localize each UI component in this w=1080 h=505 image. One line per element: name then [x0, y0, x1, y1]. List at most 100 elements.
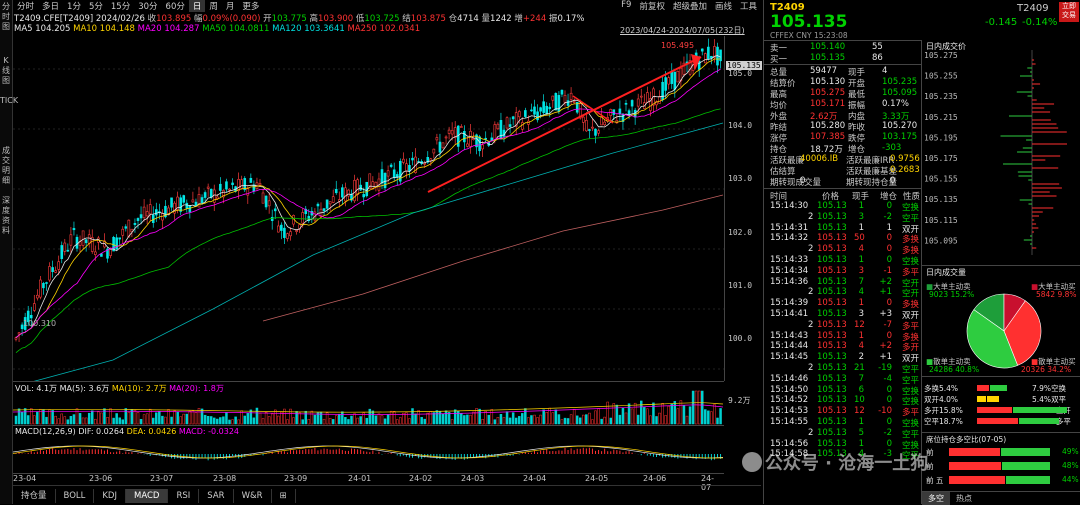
nature-bar-right — [986, 396, 999, 402]
volume-header: VOL: 4.1万 MA(5): 3.6万 MA(10): 2.7万 MA(20… — [15, 383, 224, 394]
stat-value: 0.17% — [882, 99, 910, 109]
tab-timeshare-chart[interactable]: 分时图 — [0, 2, 12, 32]
trade-price: 105.13 — [817, 417, 847, 427]
draw-line-button[interactable]: 画线 — [715, 0, 732, 12]
trade-price: 105.13 — [817, 427, 847, 438]
tools-button[interactable]: 工具 — [740, 0, 757, 12]
trade-now-button[interactable]: 立即交易 — [1059, 2, 1079, 22]
stat-value: 107.385 — [810, 132, 846, 142]
trade-oi-change: 0 — [886, 255, 892, 265]
trade-vol: 50 — [854, 233, 865, 244]
trade-oi-change: 0 — [886, 395, 892, 406]
trade-price: 105.13 — [817, 384, 847, 395]
f9-button[interactable]: F9 — [621, 0, 631, 12]
trade-vol: 4 — [858, 341, 864, 352]
macd-panel[interactable]: MACD(12,26,9) DIF: 0.0264 DEA: 0.0426 MA… — [12, 425, 724, 474]
tab-hotspot[interactable]: 热点 — [950, 492, 978, 505]
quote-meta: CFFEX CNY 15:23:08 — [770, 31, 848, 40]
tab-tick[interactable]: TICK — [0, 96, 18, 106]
period-60min[interactable]: 60分 — [162, 0, 189, 12]
high-label: 高 — [309, 14, 319, 24]
holding-short-bar — [1006, 476, 1050, 484]
trade-vol: 1 — [858, 201, 864, 211]
trade-price: 105.13 — [817, 352, 847, 363]
period-month[interactable]: 月 — [222, 0, 239, 12]
stat-value: 0 — [890, 176, 896, 186]
quote-price: 105.135 — [770, 12, 848, 32]
dist-axis-tick: 105.175 — [924, 154, 958, 163]
trade-time: 2 — [808, 211, 814, 222]
kline-chart-area[interactable]: 105.495 100.310 — [12, 36, 724, 388]
tab-macd[interactable]: MACD — [126, 488, 169, 503]
date-tick: 24-03 — [461, 474, 485, 483]
period-week[interactable]: 周 — [205, 0, 222, 12]
trade-price: 105.13 — [817, 222, 847, 233]
ma250-value: 102.0341 — [379, 24, 421, 34]
amp-value: 0.17% — [557, 14, 585, 24]
ma5-label: MA5 — [14, 24, 33, 34]
trade-time: 2 — [808, 244, 814, 255]
period-more[interactable]: 更多 — [238, 0, 263, 12]
date-tick: 23-07 — [150, 474, 174, 483]
quote-change-pct: -0.14% — [1022, 17, 1058, 28]
vol-label: 量 — [481, 14, 491, 24]
trade-time: 15:14:32 — [770, 233, 809, 244]
trade-vol: 21 — [854, 363, 865, 373]
period-1min[interactable]: 1分 — [63, 0, 85, 12]
period-toolbar: 分时 多日 1分 5分 15分 30分 60分 日 周 月 更多 F9 前复权 … — [13, 0, 761, 12]
trade-price: 105.13 — [817, 363, 847, 373]
trade-oi-change: 0 — [886, 233, 892, 244]
dist-axis-tick: 105.195 — [924, 133, 958, 142]
trade-time: 15:14:33 — [770, 255, 809, 265]
trade-vol: 4 — [858, 287, 864, 298]
trade-price: 105.13 — [817, 449, 847, 460]
stat-value: 0 — [800, 176, 806, 186]
date-tick: 24-05 — [585, 474, 609, 483]
stat-label: 期转现成交量 — [770, 178, 822, 188]
trade-price: 105.13 — [817, 298, 847, 309]
period-timeshare[interactable]: 分时 — [13, 0, 38, 12]
trade-oi-change: -4 — [883, 373, 892, 384]
tab-sar[interactable]: SAR — [199, 488, 234, 503]
trade-nature: 空平 — [902, 451, 920, 462]
ma50-value: 104.0811 — [228, 24, 270, 34]
big-sell-amount: 9023 — [929, 290, 949, 299]
date-tick: 24-04 — [523, 474, 547, 483]
add-indicator-button[interactable]: ⊞ — [272, 488, 296, 503]
tab-open-interest[interactable]: 持仓量 — [13, 488, 56, 503]
tab-rsi[interactable]: RSI — [168, 488, 200, 503]
tab-depth-data[interactable]: 深度资料 — [0, 196, 12, 236]
forward-adjust-button[interactable]: 前复权 — [639, 0, 665, 12]
trade-price: 105.13 — [817, 438, 847, 449]
nature-bar-right — [1012, 407, 1068, 413]
tab-long-short[interactable]: 多空 — [922, 492, 950, 505]
period-30min[interactable]: 30分 — [134, 0, 161, 12]
trade-vol: 7 — [858, 276, 864, 287]
vol-ma20: MA(20): 1.8万 — [169, 384, 224, 393]
super-overlay-button[interactable]: 超级叠加 — [673, 0, 707, 12]
tab-kdj[interactable]: KDJ — [94, 488, 126, 503]
nature-bar-left — [977, 407, 1012, 413]
tab-boll[interactable]: BOLL — [56, 488, 95, 503]
period-multiday[interactable]: 多日 — [38, 0, 63, 12]
tab-kline-chart[interactable]: K线图 — [0, 56, 12, 86]
period-day[interactable]: 日 — [188, 0, 206, 12]
trade-time: 15:14:31 — [770, 222, 809, 233]
trade-oi-change: 0 — [886, 298, 892, 309]
trade-price: 105.13 — [817, 244, 847, 255]
trade-time: 15:14:45 — [770, 352, 809, 363]
vol-ma10: MA(10): 2.7万 — [111, 384, 167, 393]
volume-panel[interactable]: VOL: 4.1万 MA(5): 3.6万 MA(10): 2.7万 MA(20… — [12, 381, 724, 426]
ma10-label: MA10 — [73, 24, 98, 34]
period-15min[interactable]: 15分 — [107, 0, 134, 12]
tab-trade-detail[interactable]: 成交明细 — [0, 146, 12, 186]
period-5min[interactable]: 5分 — [85, 0, 107, 12]
tab-wr[interactable]: W&R — [234, 488, 272, 503]
axis-tick-105: 105.0 — [728, 69, 753, 78]
intraday-price-distribution: 105.275 105.255 105.235 105.215 105.195 105.1… — [924, 50, 1068, 255]
ohlc-info-line: T2409.CFE[T2409] 2024/02/26 收103.895 幅0.… — [14, 12, 584, 24]
exchange-label: CFFEX — [770, 31, 794, 40]
ma120-label: MA120 — [272, 24, 302, 34]
holding-long-pct: 56% — [954, 475, 971, 484]
axis-tick-100: 100.0 — [728, 334, 753, 343]
